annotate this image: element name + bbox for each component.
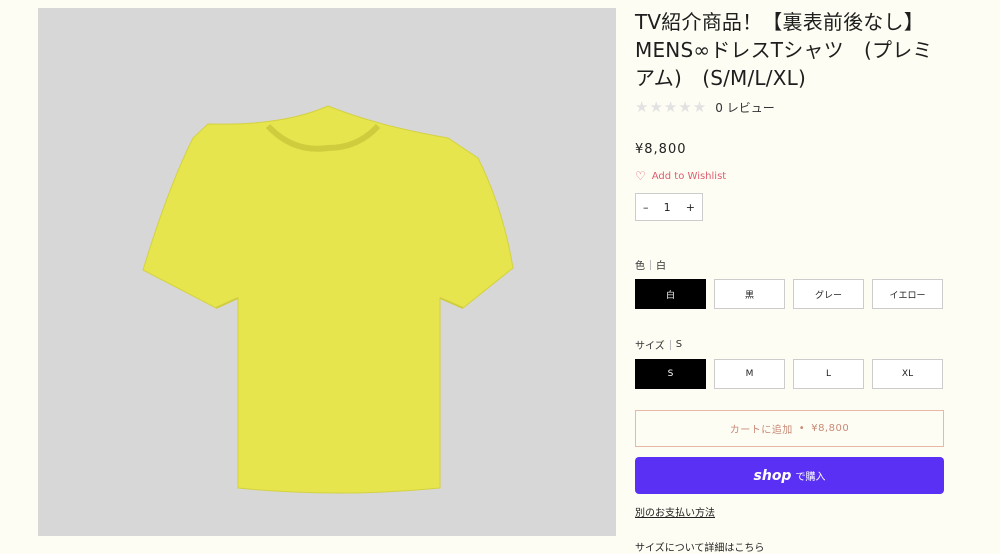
tshirt-illustration [142,105,514,494]
shop-pay-button[interactable]: shop で購入 [635,457,944,494]
quantity-stepper[interactable]: – 1 + [635,193,703,221]
color-option-white[interactable]: 白 [635,279,706,309]
heart-icon: ♡ [635,169,646,183]
color-selected-value: 白 [656,261,666,272]
add-to-cart-button[interactable]: カートに追加 • ¥8,800 [635,410,944,447]
size-option-label: サイズ S [635,337,945,352]
quantity-decrease-button[interactable]: – [643,201,649,214]
separator-dot: • [798,423,806,434]
size-options: S M L XL [635,359,945,389]
size-details-link[interactable]: サイズについて詳細はこちら [635,539,945,554]
color-options: 白 黒 グレー イエロー [635,279,945,309]
review-summary[interactable]: ★★★★★ 0 レビュー [635,98,945,116]
star-rating-icon: ★★★★★ [635,98,708,116]
shop-pay-label: で購入 [795,472,826,483]
more-payment-options-link[interactable]: 別のお支払い方法 [635,504,945,519]
color-label: 色 [635,261,645,272]
product-price: ¥8,800 [635,142,687,157]
size-option-s[interactable]: S [635,359,706,389]
add-to-cart-price: ¥8,800 [811,423,850,434]
size-option-m[interactable]: M [714,359,785,389]
color-option-black[interactable]: 黒 [714,279,785,309]
size-option-xl[interactable]: XL [872,359,943,389]
shop-pay-logo: shop [753,467,792,484]
add-to-wishlist-button[interactable]: ♡ Add to Wishlist [635,169,945,183]
size-option-l[interactable]: L [793,359,864,389]
quantity-value[interactable]: 1 [664,201,671,214]
color-option-yellow[interactable]: イエロー [872,279,943,309]
divider [669,339,671,350]
color-option-label: 色 白 [635,257,945,272]
wishlist-label: Add to Wishlist [651,170,727,182]
quantity-increase-button[interactable]: + [686,201,695,214]
product-title: TV紹介商品！【裏表前後なし】MENS∞ドレスTシャツ (プレミアム) (S/M… [635,10,933,90]
size-label: サイズ [635,341,665,352]
size-selected-value: S [675,339,683,350]
add-to-cart-label: カートに追加 [729,425,793,436]
review-count: 0 レビュー [715,100,775,115]
divider [650,259,651,270]
color-option-gray[interactable]: グレー [793,279,864,309]
product-info: TV紹介商品！【裏表前後なし】MENS∞ドレスTシャツ (プレミアム) (S/M… [635,8,945,554]
product-image[interactable] [38,8,616,536]
